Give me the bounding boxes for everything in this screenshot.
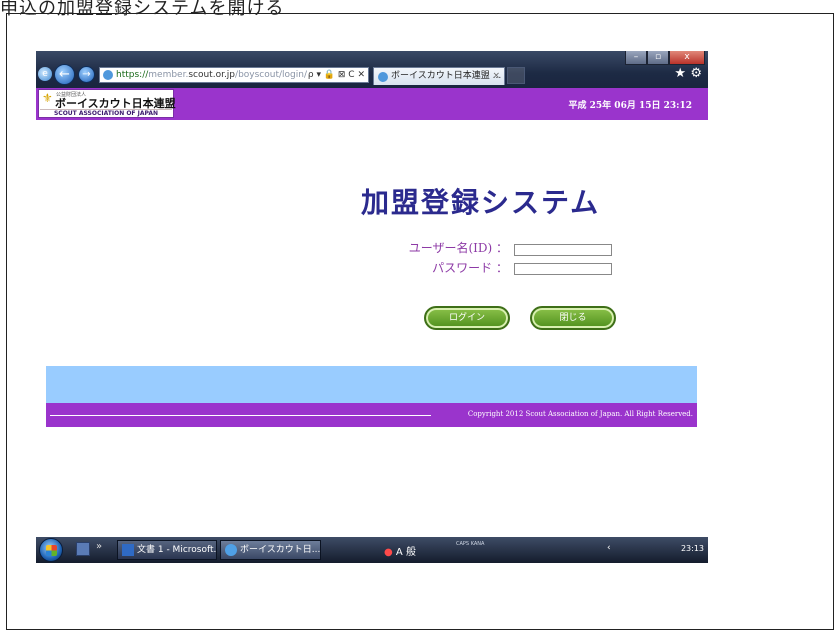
copyright-text: Copyright 2012 Scout Association of Japa… [467, 410, 693, 418]
browser-toolbar: – ▫ x e ← → https://member.scout.or.jp/b… [36, 51, 708, 88]
scout-emblem-icon: ⚜ [42, 91, 53, 105]
window-controls: – ▫ x [625, 51, 705, 65]
username-label: ユーザー名(ID) ： [408, 241, 508, 255]
taskbar-item-label: 文書 1 - Microsoft... [137, 545, 217, 555]
browser-tab[interactable]: ボーイスカウト日本連盟 ... × [373, 67, 505, 85]
site-footer: Copyright 2012 Scout Association of Japa… [46, 403, 697, 427]
desktop-screen: – ▫ x e ← → https://member.scout.or.jp/b… [36, 51, 708, 563]
address-scheme: https:// [116, 70, 149, 80]
back-button[interactable]: ← [54, 64, 75, 85]
address-subdomain: member. [148, 70, 189, 80]
logo-english-name: SCOUT ASSOCIATION OF JAPAN [40, 109, 172, 118]
tab-favicon-icon [378, 72, 388, 82]
password-input[interactable] [514, 263, 612, 275]
close-button[interactable]: 閉じる [530, 306, 616, 330]
page-title: 加盟登録システム [361, 186, 601, 219]
tab-close-icon[interactable]: × [492, 68, 500, 85]
taskbar-clock[interactable]: 23:13 [681, 544, 704, 553]
maximize-button[interactable]: ▫ [647, 51, 669, 65]
system-tray-expand-icon[interactable]: ‹ [607, 543, 611, 553]
windows-taskbar: » 文書 1 - Microsoft... ボーイスカウト日... ● A 般 … [36, 537, 708, 563]
image-frame: – ▫ x e ← → https://member.scout.or.jp/b… [6, 13, 834, 630]
username-input[interactable] [514, 244, 612, 256]
favorites-star-icon[interactable]: ★ [674, 66, 686, 81]
footer-divider [50, 415, 431, 416]
site-logo[interactable]: ⚜ 公益財団法人 ボーイスカウト日本連盟 SCOUT ASSOCIATION O… [38, 89, 176, 118]
ie-logo-icon: e [38, 67, 52, 81]
new-tab-button[interactable] [507, 67, 525, 84]
start-button[interactable] [39, 538, 63, 562]
close-window-button[interactable]: x [669, 51, 705, 65]
taskbar-item-label: ボーイスカウト日... [240, 545, 321, 555]
login-button[interactable]: ログイン [424, 306, 510, 330]
caps-kana-indicator: CAPS KANA [456, 541, 485, 547]
ie-icon [225, 544, 237, 556]
address-path: /boyscout/login/ [235, 70, 307, 80]
ime-mark-icon: ● [384, 547, 393, 558]
footer-light-band [46, 366, 697, 403]
header-datetime: 平成 25年 06月 15日 23:12 [568, 101, 692, 111]
site-favicon-icon [103, 70, 113, 80]
ime-mode: A 般 [395, 547, 416, 558]
forward-button[interactable]: → [78, 66, 95, 83]
site-header: ⚜ 公益財団法人 ボーイスカウト日本連盟 SCOUT ASSOCIATION O… [36, 88, 708, 120]
minimize-button[interactable]: – [625, 51, 647, 65]
tab-title: ボーイスカウト日本連盟 ... [391, 71, 502, 81]
taskbar-item-browser[interactable]: ボーイスカウト日... [220, 540, 321, 560]
address-bar[interactable]: https://member.scout.or.jp/boyscout/logi… [99, 67, 369, 83]
quick-launch-chevron-icon[interactable]: » [96, 541, 102, 552]
password-label: パスワード ： [432, 261, 508, 275]
ime-bar[interactable]: ● A 般 [384, 543, 416, 558]
address-host: scout.or.jp [188, 70, 236, 80]
tools-gear-icon[interactable]: ⚙ [690, 66, 702, 81]
address-tools-icon[interactable]: ρ ▾ 🔒 ⊠ C ✕ [308, 68, 365, 82]
word-icon [122, 544, 134, 556]
taskbar-item-word[interactable]: 文書 1 - Microsoft... [117, 540, 217, 560]
show-desktop-icon[interactable] [76, 542, 90, 556]
